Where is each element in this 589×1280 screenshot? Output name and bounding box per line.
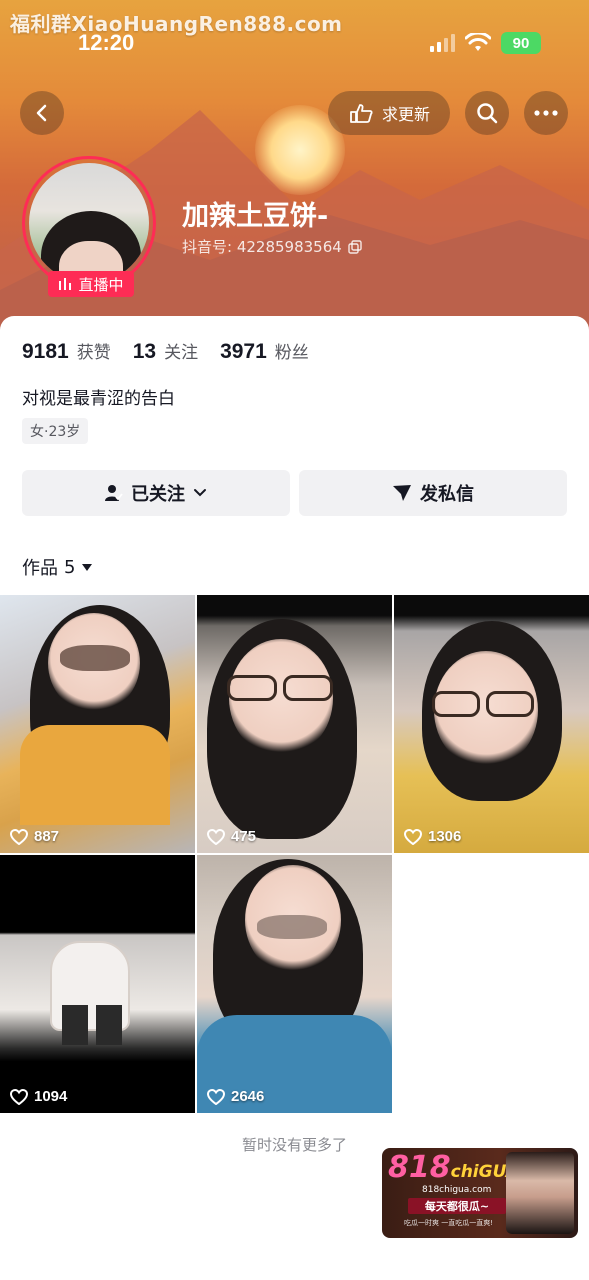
video-thumbnail[interactable]: 475: [197, 595, 392, 853]
likes-number: 475: [231, 828, 257, 845]
status-icons: 90: [430, 32, 541, 54]
live-badge-label: 直播中: [78, 275, 124, 294]
likes-number: 2646: [231, 1088, 265, 1105]
video-thumbnail[interactable]: 1094: [0, 855, 195, 1113]
works-count: 5: [64, 556, 76, 578]
more-dots-icon: [534, 110, 558, 116]
works-grid: 887 475 1306 1094 2646: [0, 595, 589, 1113]
stat-following-number: 13: [132, 340, 157, 363]
likes-count: 475: [207, 828, 256, 845]
search-button[interactable]: [465, 91, 509, 135]
more-button[interactable]: [524, 91, 568, 135]
stat-followers-label: 粉丝: [274, 343, 309, 363]
likes-count: 2646: [207, 1088, 264, 1105]
request-update-button[interactable]: 求更新: [328, 91, 450, 135]
stat-likes-label: 获赞: [76, 343, 111, 363]
signal-icon: [430, 34, 455, 52]
heart-icon: [207, 1088, 225, 1105]
stat-followers[interactable]: 3971 粉丝: [220, 338, 309, 364]
heart-icon: [207, 828, 225, 845]
chevron-down-icon: [194, 489, 206, 497]
following-button[interactable]: 已关注: [22, 470, 290, 516]
ad-site: 818chigua.com: [422, 1185, 492, 1195]
profile-card: 9181 获赞 13 关注 3971 粉丝 对视是最青涩的告白 女·23岁 已关…: [0, 316, 589, 1280]
back-button[interactable]: [20, 91, 64, 135]
send-message-label: 发私信: [420, 484, 474, 505]
avatar: [29, 163, 149, 283]
douyin-id: 抖音号: 42285983564: [182, 236, 362, 257]
heart-icon: [10, 1088, 28, 1105]
profile-bio: 对视是最青涩的告白: [22, 389, 175, 409]
ad-subtitle: 吃瓜一时爽 一直吃瓜一直爽!: [404, 1219, 494, 1227]
request-update-label: 求更新: [381, 105, 430, 124]
stat-likes[interactable]: 9181 获赞: [22, 338, 111, 364]
stat-likes-number: 9181: [22, 340, 69, 363]
douyin-id-text: 抖音号: 42285983564: [182, 238, 342, 256]
send-icon: [393, 485, 411, 501]
likes-number: 1094: [34, 1088, 68, 1105]
stat-followers-number: 3971: [220, 340, 267, 363]
profile-name: 加辣土豆饼-: [182, 201, 329, 232]
profile-stats: 9181 获赞 13 关注 3971 粉丝: [22, 338, 309, 364]
video-thumbnail[interactable]: 887: [0, 595, 195, 853]
pointing-hand-icon: [350, 104, 373, 123]
send-message-button[interactable]: 发私信: [299, 470, 567, 516]
likes-count: 887: [10, 828, 59, 845]
likes-count: 1094: [10, 1088, 67, 1105]
video-thumbnail[interactable]: 2646: [197, 855, 392, 1113]
heart-icon: [404, 828, 422, 845]
video-thumbnail[interactable]: 1306: [394, 595, 589, 853]
wifi-icon: [465, 33, 491, 51]
stat-following-label: 关注: [164, 343, 199, 363]
user-check-icon: [105, 485, 123, 501]
works-tab[interactable]: 作品 5: [22, 554, 93, 580]
ad-logo-number: 818: [388, 1150, 451, 1185]
ad-person-image: [506, 1152, 574, 1234]
likes-number: 887: [34, 828, 60, 845]
heart-icon: [10, 828, 28, 845]
stat-following[interactable]: 13 关注: [133, 338, 198, 364]
search-icon: [477, 103, 498, 124]
watermark-text: 福利群XiaoHuangRen888.com: [10, 12, 343, 36]
works-label: 作品: [22, 558, 58, 579]
chevron-left-icon: [36, 104, 47, 122]
battery-indicator: 90: [501, 32, 541, 54]
live-bars-icon: [59, 278, 72, 290]
gender-age-tag: 女·23岁: [22, 418, 89, 444]
status-time: 12:20: [78, 30, 135, 55]
live-badge[interactable]: 直播中: [48, 271, 134, 297]
copy-icon[interactable]: [348, 239, 362, 254]
caret-down-icon: [82, 563, 93, 571]
likes-count: 1306: [404, 828, 461, 845]
avatar-live-ring[interactable]: [22, 156, 156, 290]
following-label: 已关注: [131, 484, 185, 505]
ad-logo: 818chiGUA: [388, 1150, 519, 1185]
ad-slogan: 每天都很瓜~: [408, 1198, 506, 1214]
ad-banner[interactable]: 818chiGUA 818chigua.com 每天都很瓜~ 吃瓜一时爽 一直吃…: [382, 1148, 578, 1238]
likes-number: 1306: [428, 828, 462, 845]
